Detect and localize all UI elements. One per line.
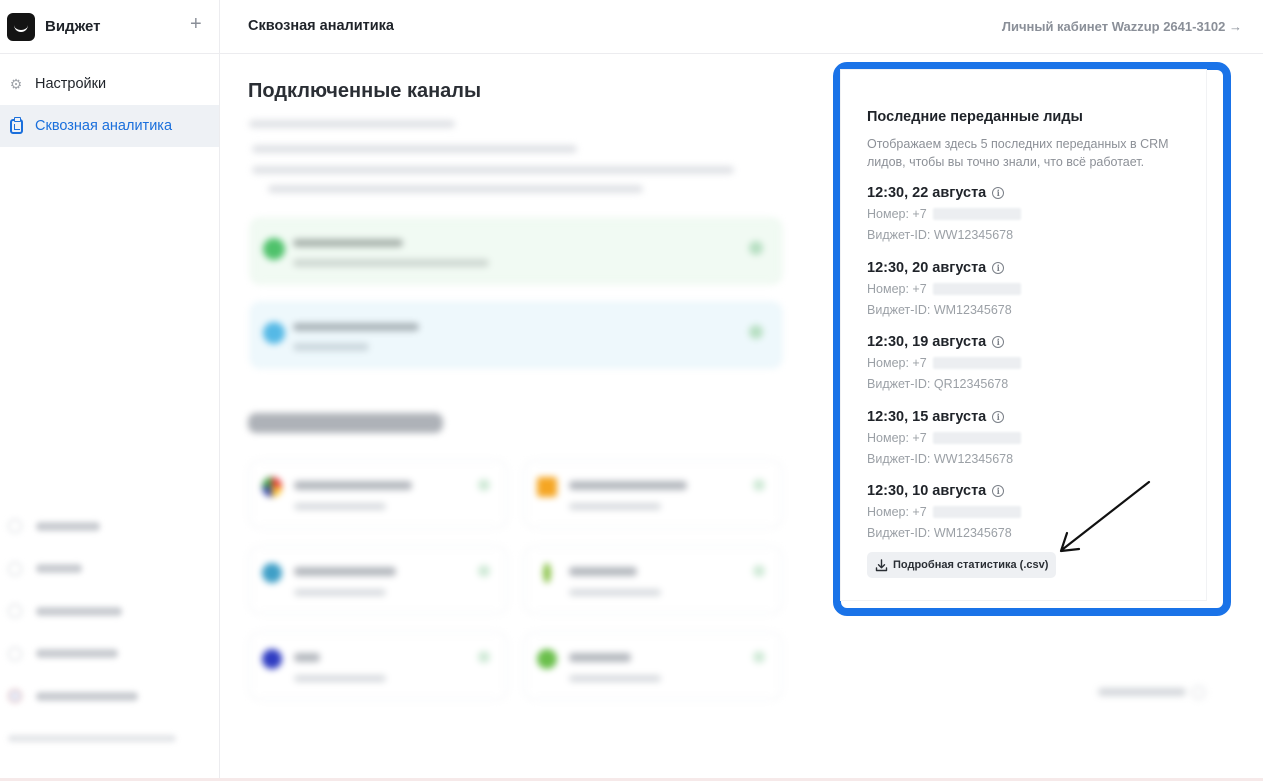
phone-redacted [932, 431, 1021, 444]
sidebar-item-settings[interactable]: ⚙ Настройки [0, 63, 219, 105]
clipboard-chart-icon [8, 116, 24, 134]
sidebar-header: Виджет + [0, 0, 220, 54]
sidebar-title: Виджет [45, 18, 101, 35]
account-link[interactable]: Личный кабинет Wazzup 2641-3102 → [1002, 19, 1242, 34]
lead-item: 12:30, 22 августа i Номер: +7 Виджет-ID: … [867, 183, 1187, 245]
phone-redacted [932, 356, 1021, 369]
gear-icon: ⚙ [9, 75, 23, 92]
lead-widget-id: Виджет-ID: WW12345678 [867, 227, 1014, 242]
lead-widget-id: Виджет-ID: WW12345678 [867, 451, 1014, 466]
channels-title: Подключенные каналы [248, 80, 482, 102]
channel-card[interactable] [250, 302, 782, 368]
download-csv-label: Подробная статистика (.csv) [893, 559, 1049, 571]
phone-redacted [932, 505, 1021, 518]
channel-card[interactable] [250, 218, 782, 284]
lead-phone-label: Номер: +7 [867, 206, 927, 221]
lead-phone-label: Номер: +7 [867, 281, 927, 296]
lead-phone-label: Номер: +7 [867, 504, 927, 519]
phone-redacted [932, 282, 1021, 295]
sidebar: Виджет + ⚙ Настройки Сквозная аналитика [0, 0, 220, 781]
top-header: Сквозная аналитика Личный кабинет Wazzup… [220, 0, 1263, 54]
lead-time: 12:30, 22 августа [867, 185, 987, 201]
plus-icon[interactable]: + [190, 14, 202, 34]
lead-item: 12:30, 19 августа i Номер: +7 Виджет-ID: … [867, 332, 1187, 394]
info-icon[interactable]: i [992, 187, 1005, 199]
leads-panel-highlight: Последние переданные лиды Отображаем зде… [833, 62, 1231, 616]
lead-time: 12:30, 15 августа [867, 409, 987, 425]
download-icon [875, 558, 888, 572]
page-title: Сквозная аналитика [248, 18, 394, 34]
lead-time: 12:30, 20 августа [867, 260, 987, 276]
phone-redacted [932, 207, 1021, 220]
info-icon[interactable]: i [992, 411, 1005, 423]
annotation-arrow [1059, 480, 1151, 553]
leads-title: Последние переданные лиды [867, 109, 1083, 125]
app-logo [7, 13, 35, 41]
sidebar-item-label: Настройки [35, 76, 107, 92]
sidebar-item-label: Сквозная аналитика [35, 118, 173, 134]
info-icon[interactable]: i [992, 336, 1005, 348]
lead-widget-id: Виджет-ID: WM12345678 [867, 302, 1012, 317]
lead-widget-id: Виджет-ID: QR12345678 [867, 376, 1009, 391]
info-icon[interactable]: i [992, 262, 1005, 274]
download-csv-button[interactable]: Подробная статистика (.csv) [867, 552, 1057, 578]
lead-time: 12:30, 19 августа [867, 334, 987, 350]
lead-phone-label: Номер: +7 [867, 355, 927, 370]
blurred-sidebar-menu [0, 505, 219, 765]
lead-phone-label: Номер: +7 [867, 430, 927, 445]
sidebar-item-analytics[interactable]: Сквозная аналитика [0, 105, 219, 147]
lead-item: 12:30, 20 августа i Номер: +7 Виджет-ID: … [867, 258, 1187, 320]
info-icon[interactable]: i [992, 485, 1005, 497]
lead-item: 12:30, 15 августа i Номер: +7 Виджет-ID: … [867, 407, 1187, 469]
leads-description: Отображаем здесь 5 последних переданных … [867, 137, 1169, 169]
lead-time: 12:30, 10 августа [867, 483, 987, 499]
app-window: Виджет + ⚙ Настройки Сквозная аналитика … [0, 0, 1263, 781]
